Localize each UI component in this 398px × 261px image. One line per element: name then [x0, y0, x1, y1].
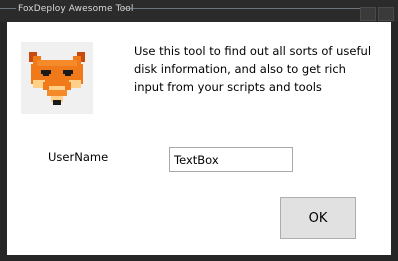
- title-divider: [122, 8, 360, 9]
- close-button[interactable]: [378, 7, 394, 21]
- description-text: Use this tool to find out all sorts of u…: [134, 44, 372, 94]
- username-label: UserName: [48, 150, 109, 164]
- app-window: FoxDeploy Awesome Tool Use this tool to …: [0, 0, 398, 261]
- window-title: FoxDeploy Awesome Tool: [18, 4, 134, 14]
- title-bar[interactable]: FoxDeploy Awesome Tool: [0, 0, 398, 22]
- ok-button[interactable]: OK: [280, 197, 356, 239]
- dialog-body: Use this tool to find out all sorts of u…: [7, 22, 391, 255]
- minimize-button[interactable]: [360, 7, 376, 21]
- fox-face-icon: [21, 42, 93, 114]
- username-input[interactable]: [169, 147, 293, 172]
- title-divider: [0, 8, 16, 9]
